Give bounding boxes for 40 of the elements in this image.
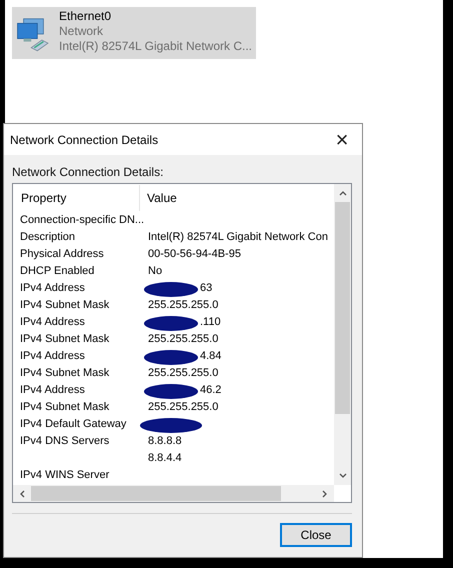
value-cell-text: 255.255.255.0 — [148, 400, 218, 415]
adapter-item[interactable]: Ethernet0 Network Intel(R) 82574L Gigabit Network C... — [12, 7, 256, 59]
adapter-device: Intel(R) 82574L Gigabit Network C... — [59, 39, 252, 54]
value-cell-text: .110 — [200, 315, 221, 330]
value-cell-text: 63 — [200, 281, 212, 296]
value-cell-text: 255.255.255.0 — [148, 366, 218, 381]
property-cell: Connection-specific DN... — [20, 214, 144, 226]
adapter-name: Ethernet0 — [59, 9, 112, 24]
value-cell-text: 00-50-56-94-4B-95 — [148, 247, 241, 262]
value-cell-text: 4.84 — [200, 349, 222, 364]
horizontal-scrollbar[interactable] — [13, 485, 334, 502]
adapter-network: Network — [59, 24, 104, 39]
close-button[interactable]: × — [322, 124, 362, 154]
property-cell: IPv4 WINS Server — [20, 469, 110, 481]
property-cell: IPv4 Address — [20, 350, 85, 362]
property-cell: Description — [20, 231, 76, 243]
property-cell: DHCP Enabled — [20, 265, 94, 277]
details-label: Network Connection Details: — [12, 165, 164, 179]
property-cell: Physical Address — [20, 248, 104, 260]
property-cell: IPv4 Address — [20, 316, 85, 328]
column-header[interactable]: Property — [13, 185, 140, 211]
property-cell: IPv4 Subnet Mask — [20, 299, 110, 311]
value-cell-text: 8.8.8.8 — [148, 434, 182, 449]
property-cell: IPv4 Default Gateway — [20, 418, 126, 430]
value-cell-text: 8.8.4.4 — [148, 451, 182, 466]
property-cell: IPv4 DNS Servers — [20, 435, 110, 447]
value-cell-text: No — [148, 264, 162, 279]
property-cell: IPv4 Subnet Mask — [20, 367, 110, 379]
value-cell-text: 46.2 — [200, 383, 222, 398]
value-cell-text: 255.255.255.0 — [148, 298, 218, 313]
value-cell-text: Intel(R) 82574L Gigabit Network Con — [148, 230, 328, 245]
property-cell: IPv4 Address — [20, 384, 85, 396]
property-cell: IPv4 Subnet Mask — [20, 401, 110, 413]
column-header[interactable]: Value — [140, 191, 177, 205]
property-cell: IPv4 Subnet Mask — [20, 333, 110, 345]
property-cell: IPv4 Address — [20, 282, 85, 294]
value-cell-text: 255.255.255.0 — [148, 332, 218, 347]
window-title: Network Connection Details — [10, 132, 158, 146]
vertical-scrollbar[interactable] — [334, 184, 351, 485]
close-button[interactable]: Close — [280, 523, 352, 547]
